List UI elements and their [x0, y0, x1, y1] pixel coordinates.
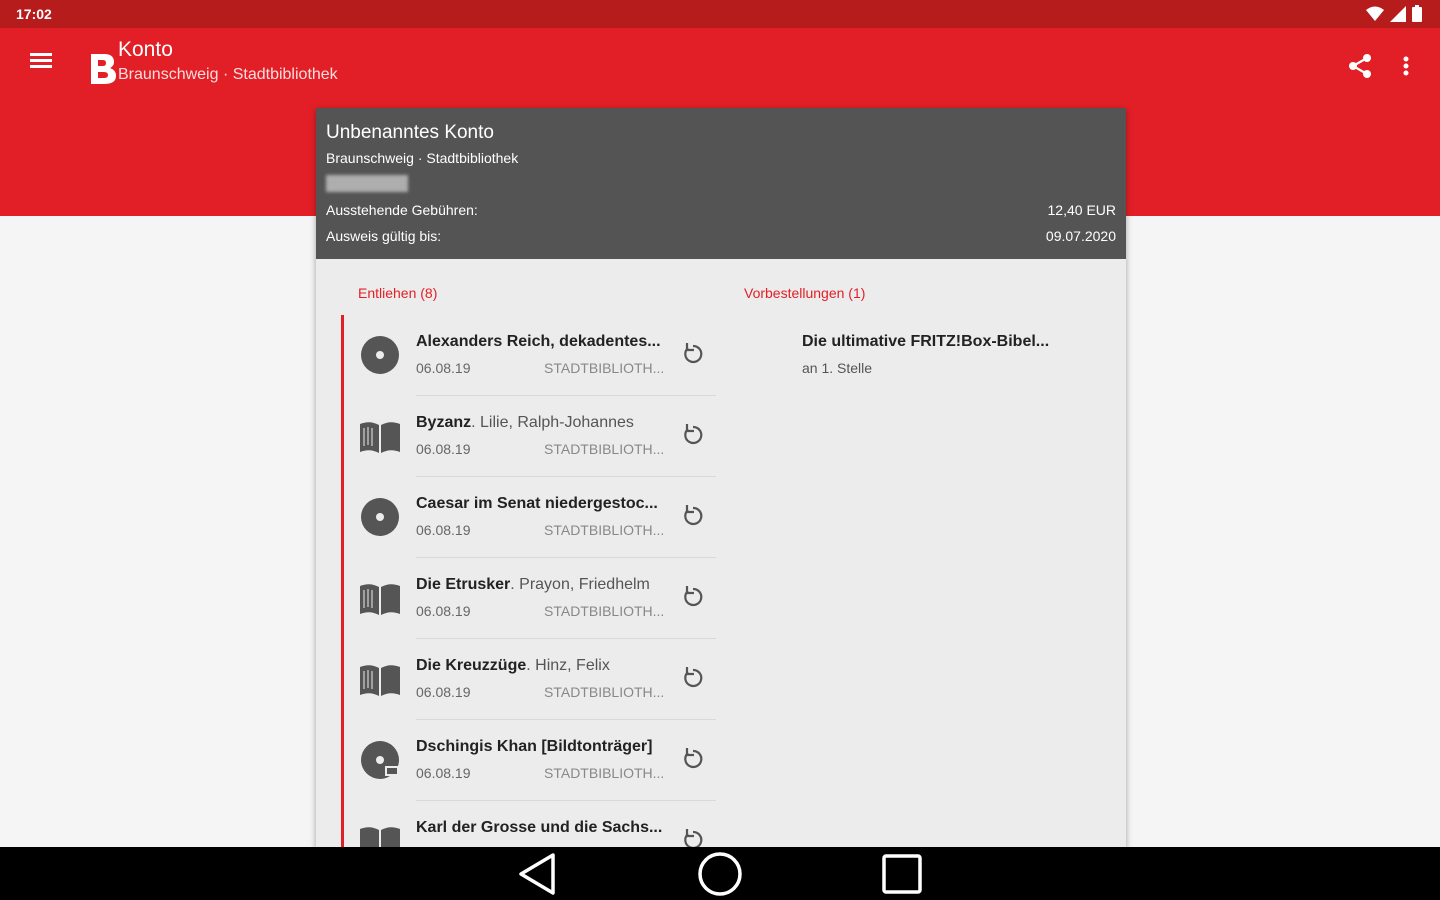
- item-branch: STADTBIBLIOTH...: [544, 522, 665, 538]
- item-due-date: 06.08.19: [416, 441, 471, 457]
- list-item[interactable]: Die Kreuzzüge. Hinz, Felix 06.08.19 STAD…: [346, 639, 716, 720]
- navigation-bar: [0, 847, 1440, 900]
- reservation-title: Die ultimative FRITZ!Box-Bibel...: [802, 333, 1050, 350]
- lent-header: Entliehen (8): [358, 285, 438, 301]
- signal-icon: [1390, 5, 1406, 22]
- recents-icon[interactable]: [879, 851, 925, 897]
- book-icon: [360, 422, 400, 453]
- fees-label: Ausstehende Gebühren:: [326, 202, 478, 218]
- account-library: Braunschweig · Stadtbibliothek: [326, 150, 519, 166]
- item-branch: STADTBIBLIOTH...: [544, 603, 665, 619]
- list-item[interactable]: Dschingis Khan [Bildtonträger] 06.08.19 …: [346, 720, 716, 801]
- app-logo-icon: [91, 54, 116, 84]
- item-branch: STADTBIBLIOTH...: [544, 441, 665, 457]
- list-item[interactable]: Byzanz. Lilie, Ralph-Johannes 06.08.19 S…: [346, 396, 716, 477]
- item-branch: STADTBIBLIOTH...: [544, 765, 665, 781]
- list-item[interactable]: Karl der Grosse und die Sachs...: [346, 801, 716, 848]
- home-icon[interactable]: [697, 851, 743, 897]
- item-title: Die Etrusker. Prayon, Friedhelm: [416, 576, 650, 593]
- wifi-icon: [1366, 6, 1384, 21]
- book-icon: [360, 827, 400, 848]
- reservation-position: an 1. Stelle: [802, 360, 873, 376]
- page-title: Konto: [118, 38, 173, 61]
- item-due-date: 06.08.19: [416, 522, 471, 538]
- book-icon: [360, 584, 400, 615]
- item-due-date: 06.08.19: [416, 684, 471, 700]
- disc-icon: [361, 336, 399, 374]
- disc-icon: [361, 498, 399, 536]
- renew-icon[interactable]: [680, 503, 706, 529]
- item-title: Alexanders Reich, dekadentes...: [416, 333, 661, 350]
- status-bar: 17:02: [0, 0, 1440, 28]
- item-title: Byzanz. Lilie, Ralph-Johannes: [416, 414, 634, 431]
- item-title: Caesar im Senat niedergestoc...: [416, 495, 658, 512]
- item-due-date: 06.08.19: [416, 765, 471, 781]
- page-subtitle: Braunschweig · Stadtbibliothek: [118, 66, 338, 83]
- account-header: Unbenanntes Konto Braunschweig · Stadtbi…: [316, 108, 1126, 259]
- list-item[interactable]: Die Etrusker. Prayon, Friedhelm 06.08.19…: [346, 558, 716, 639]
- reservations-header: Vorbestellungen (1): [744, 285, 866, 301]
- item-title: Die Kreuzzüge. Hinz, Felix: [416, 657, 610, 674]
- renew-icon[interactable]: [680, 827, 706, 848]
- account-card: Unbenanntes Konto Braunschweig · Stadtbi…: [316, 108, 1126, 848]
- renew-icon[interactable]: [680, 584, 706, 610]
- renew-icon[interactable]: [680, 422, 706, 448]
- video-disc-icon: [361, 741, 399, 779]
- list-item[interactable]: Alexanders Reich, dekadentes... 06.08.19…: [346, 315, 716, 396]
- lent-accent-bar: [341, 315, 344, 848]
- valid-until-label: Ausweis gültig bis:: [326, 228, 442, 244]
- list-item[interactable]: Caesar im Senat niedergestoc... 06.08.19…: [346, 477, 716, 558]
- item-title: Karl der Grosse und die Sachs...: [416, 819, 663, 836]
- item-due-date: 06.08.19: [416, 603, 471, 619]
- system-icons: [1366, 5, 1422, 22]
- book-icon: [360, 665, 400, 696]
- item-due-date: 06.08.19: [416, 360, 471, 376]
- fees-value: 12,40 EUR: [1047, 202, 1116, 218]
- battery-icon: [1412, 5, 1422, 22]
- item-title: Dschingis Khan [Bildtonträger]: [416, 738, 653, 755]
- share-icon[interactable]: [1344, 50, 1376, 82]
- renew-icon[interactable]: [680, 746, 706, 772]
- item-branch: STADTBIBLIOTH...: [544, 684, 665, 700]
- valid-until-value: 09.07.2020: [1045, 228, 1116, 244]
- item-branch: STADTBIBLIOTH...: [544, 360, 665, 376]
- back-icon[interactable]: [515, 851, 561, 897]
- account-number-redacted: [326, 175, 408, 192]
- reservation-item[interactable]: Die ultimative FRITZ!Box-Bibel... an 1. …: [786, 319, 1086, 379]
- renew-icon[interactable]: [680, 341, 706, 367]
- menu-icon[interactable]: [26, 50, 56, 80]
- account-name: Unbenanntes Konto: [326, 122, 494, 143]
- renew-icon[interactable]: [680, 665, 706, 691]
- status-time: 17:02: [16, 6, 52, 22]
- more-vert-icon[interactable]: [1394, 50, 1418, 82]
